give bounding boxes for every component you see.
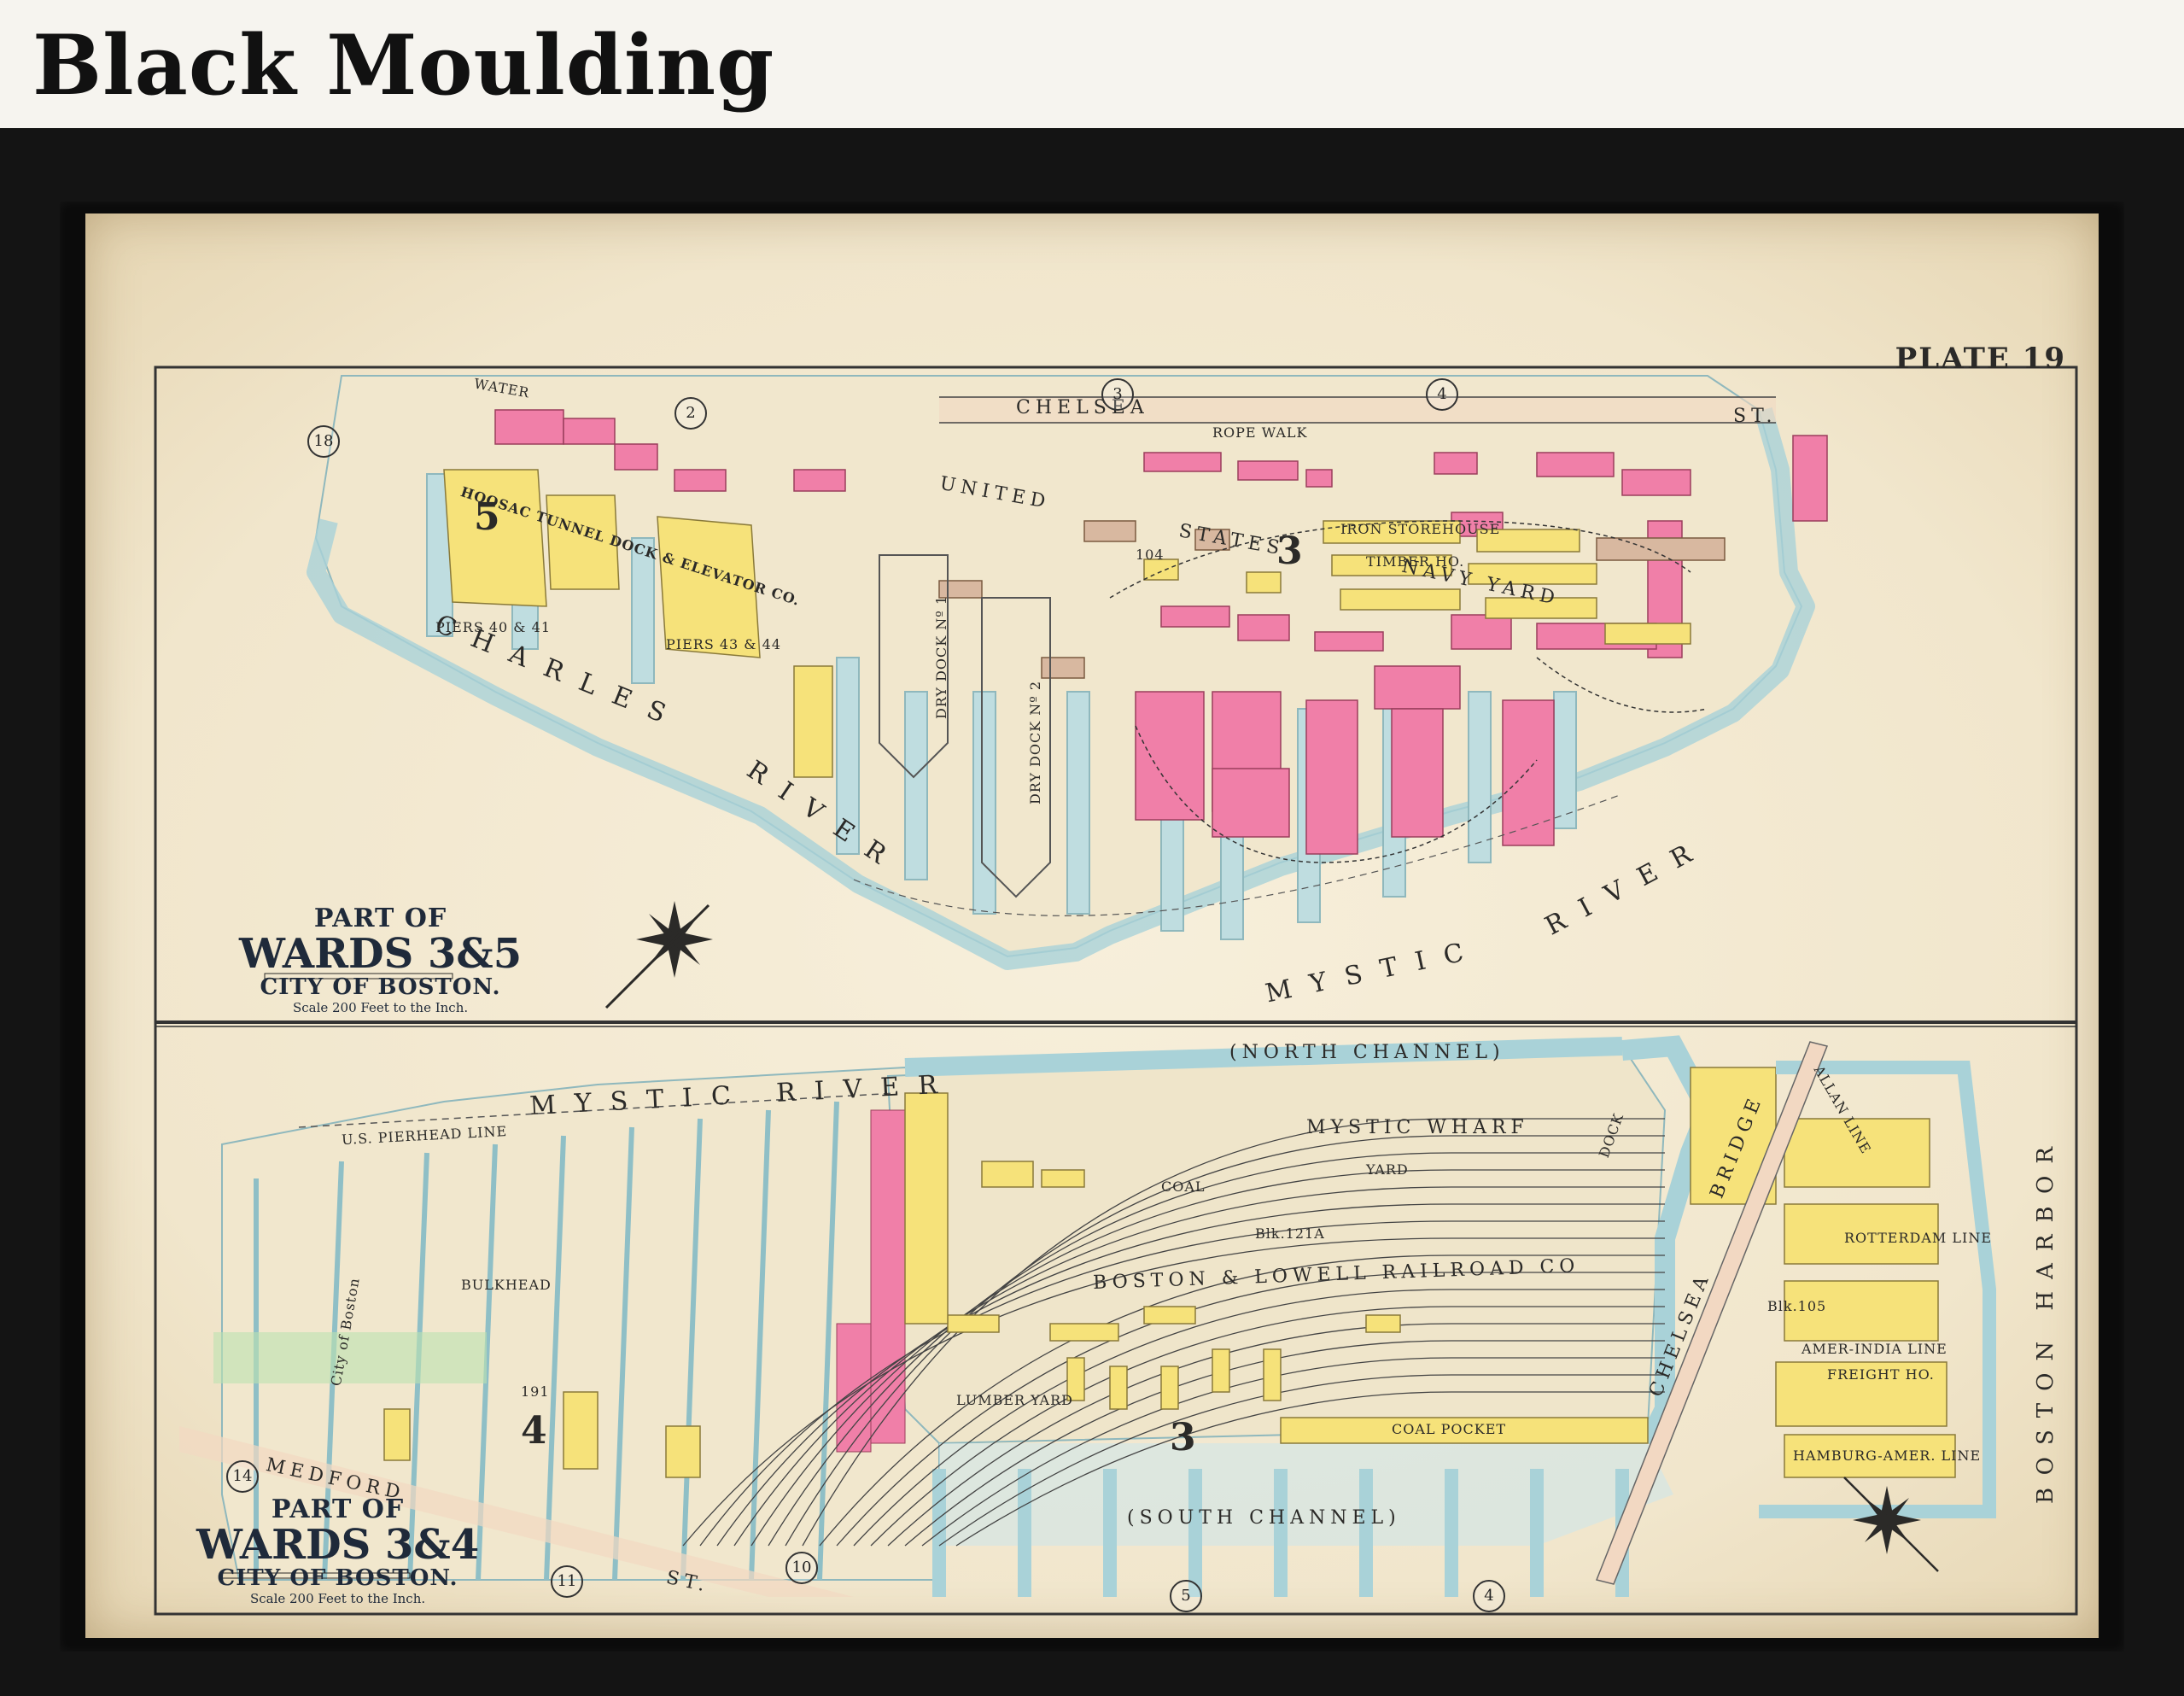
circle-11: 11 [551, 1565, 583, 1598]
upper-ward-city: CITY OF BOSTON. [260, 974, 501, 1000]
freight-house-label: FREIGHT HO. [1827, 1366, 1935, 1383]
bulkhead-label: BULKHEAD [461, 1277, 552, 1293]
piers-43-44-label: PIERS 43 & 44 [666, 636, 781, 652]
south-channel-label: (SOUTH CHANNEL) [1127, 1507, 1401, 1529]
chelsea-street-end-label: ST. [1733, 406, 1778, 427]
north-channel-label: (NORTH CHANNEL) [1229, 1042, 1505, 1063]
blk-121a-label: Blk.121A [1255, 1225, 1325, 1242]
page-header: Black Moulding [0, 0, 2184, 128]
boston-harbor-label: BOSTON HARBOR [2032, 1135, 2058, 1504]
lower-pink-building [870, 1109, 906, 1444]
upper-ward-main: WARDS 3&5 [239, 930, 523, 978]
lower-ward-number-3: 3 [1170, 1416, 1196, 1459]
lower-ward-main: WARDS 3&4 [196, 1521, 480, 1569]
lumber-yard-label: LUMBER YARD [956, 1392, 1073, 1408]
rotterdam-line-label: ROTTERDAM LINE [1844, 1230, 1993, 1246]
plate-number: PLATE 19 [1895, 342, 2066, 376]
blk-191-label: 191 [521, 1383, 550, 1400]
dry-dock-1-label: DRY DOCK Nº 1 [933, 594, 950, 720]
yard-label: YARD [1366, 1161, 1409, 1178]
page-title: Black Moulding [32, 17, 775, 114]
compass-rose-lower [1843, 1477, 1939, 1572]
circle-10: 10 [785, 1552, 818, 1584]
upper-ward-title: PART OF WARDS 3&5 CITY OF BOSTON. Scale … [239, 904, 522, 1015]
circle-5-lower: 5 [1170, 1580, 1202, 1612]
south-channel-water [939, 1443, 1673, 1546]
upper-ward-pre: PART OF [313, 904, 447, 933]
circle-14: 14 [226, 1460, 259, 1493]
upper-ward-number-3: 3 [1276, 529, 1303, 573]
timber-house-label: TIMBER HO. [1366, 553, 1465, 570]
black-moulding-frame: PLATE 19 PART OF WARDS 3&5 CITY OF BOSTO… [0, 128, 2184, 1696]
upper-ward-number-5: 5 [474, 495, 500, 539]
lower-ward-pre: PART OF [271, 1494, 405, 1524]
iron-storehouse-label: IRON STOREHOUSE [1340, 521, 1501, 537]
coal-pocket-label: COAL POCKET [1392, 1421, 1507, 1437]
map-print: PLATE 19 PART OF WARDS 3&5 CITY OF BOSTO… [85, 213, 2099, 1638]
lower-ward-city: CITY OF BOSTON. [217, 1565, 458, 1591]
lower-ward-scale: Scale 200 Feet to the Inch. [249, 1591, 426, 1606]
circle-18: 18 [307, 425, 340, 458]
circle-4-lower: 4 [1473, 1580, 1505, 1612]
amer-india-line-label: AMER-INDIA LINE [1802, 1341, 1947, 1357]
upper-ward-scale: Scale 200 Feet to the Inch. [292, 1000, 469, 1015]
dry-dock-2-label: DRY DOCK Nº 2 [1027, 680, 1044, 805]
hamburg-amer-line-label: HAMBURG-AMER. LINE [1793, 1447, 1982, 1464]
block-104-label: 104 [1136, 547, 1165, 563]
lower-ward-title: PART OF WARDS 3&4 CITY OF BOSTON. Scale … [196, 1494, 479, 1606]
piers-40-41-label: PIERS 40 & 41 [435, 619, 551, 635]
lower-ward-number-4: 4 [521, 1409, 547, 1453]
blk-105-label: Blk.105 [1767, 1298, 1827, 1314]
circle-4-upper: 4 [1426, 378, 1458, 411]
circle-3-upper: 3 [1101, 378, 1134, 411]
mystic-wharf-label: MYSTIC WHARF [1306, 1117, 1529, 1138]
rope-walk-label: ROPE WALK [1212, 424, 1308, 441]
circle-2-upper: 2 [674, 397, 707, 430]
coal-label: COAL [1161, 1178, 1206, 1195]
compass-rose-upper [604, 901, 713, 1009]
